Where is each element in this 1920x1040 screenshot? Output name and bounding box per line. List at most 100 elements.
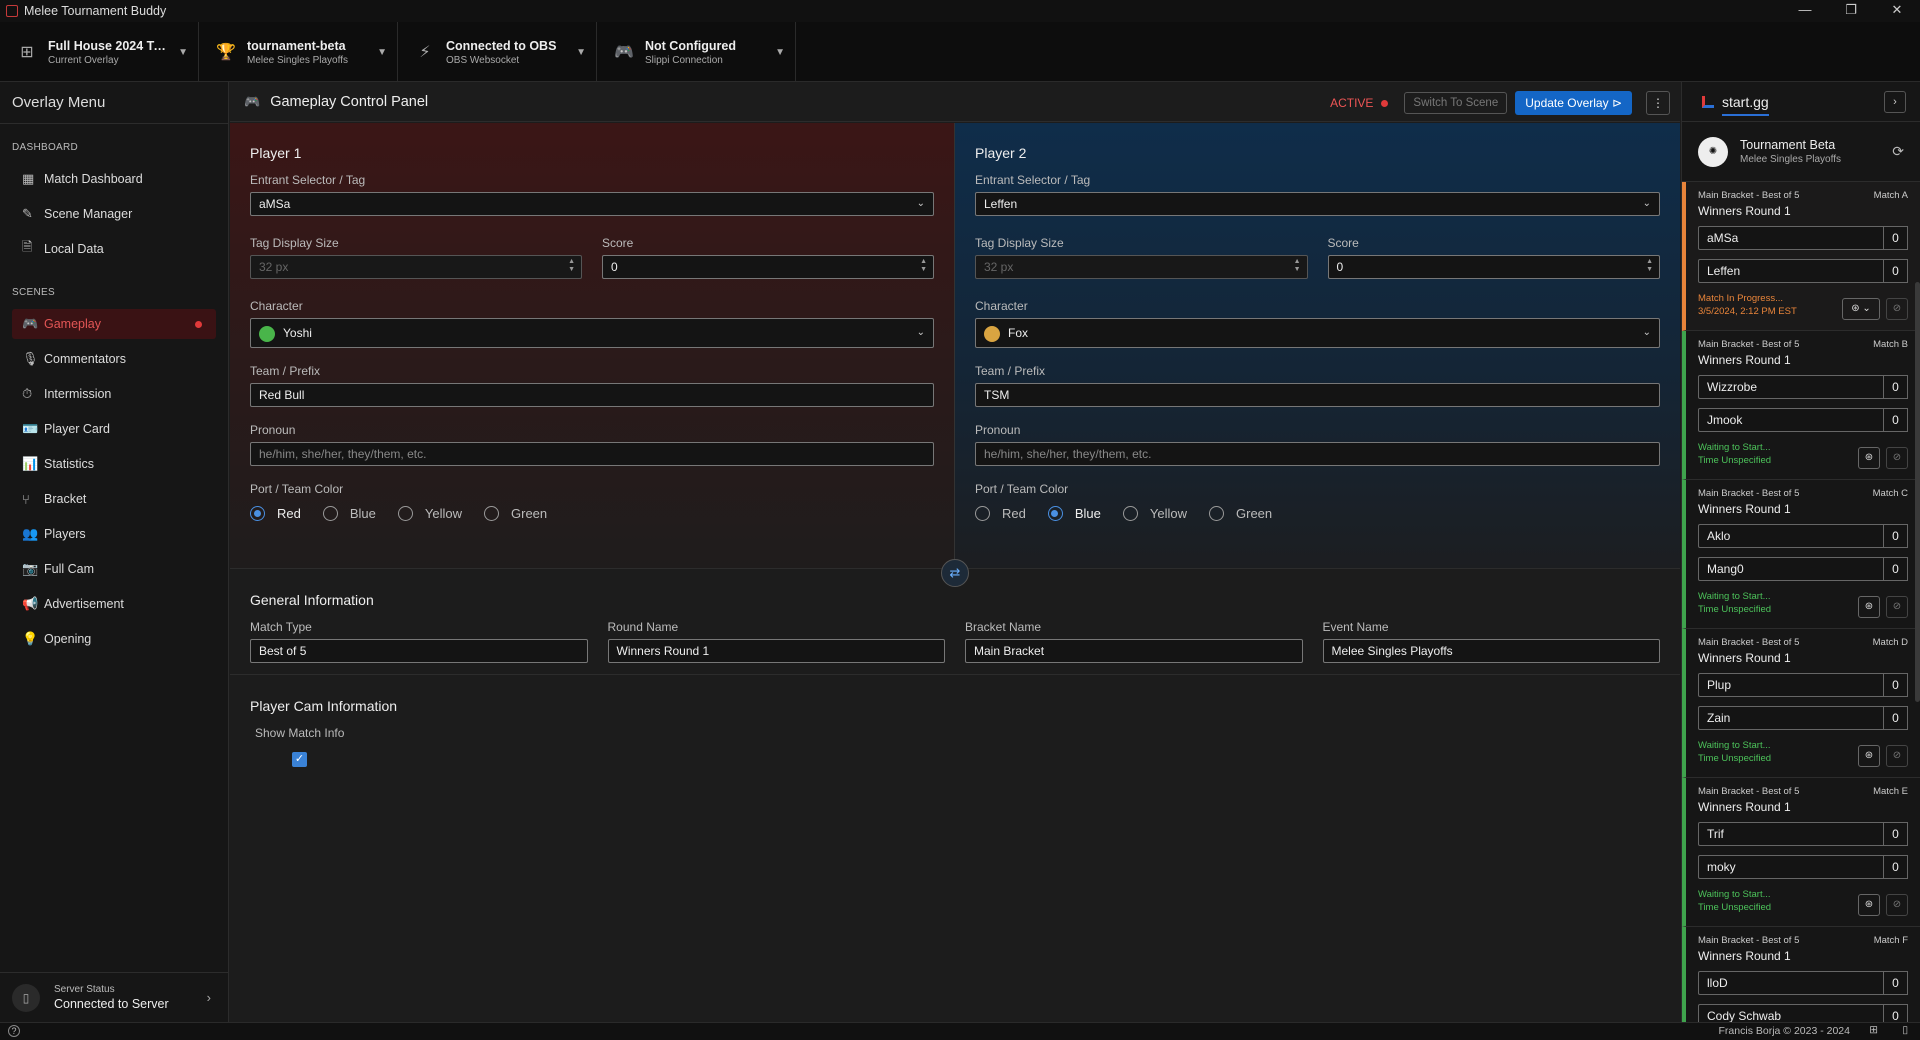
- layout-icon[interactable]: ⊞: [1869, 1024, 1878, 1036]
- sidebar-item-local-data[interactable]: 🗎 Local Data: [12, 234, 216, 264]
- match-list-scrollbar[interactable]: [1915, 282, 1920, 702]
- camera-off-icon[interactable]: ⊘: [1886, 298, 1908, 320]
- load-match-button[interactable]: ⊛: [1858, 596, 1880, 618]
- sidebar-item-players[interactable]: 👥 Players: [12, 519, 216, 549]
- match-card[interactable]: Main Bracket - Best of 5 Match D Winners …: [1682, 629, 1920, 778]
- match-player-score: 0: [1884, 855, 1908, 879]
- sidebar-item-opening[interactable]: 💡 Opening: [12, 624, 216, 654]
- match-player-name: lloD: [1698, 971, 1884, 995]
- bracket-name-input[interactable]: Main Bracket: [965, 639, 1303, 663]
- match-card[interactable]: Main Bracket - Best of 5 Match F Winners …: [1682, 927, 1920, 1022]
- radio-icon: [397, 506, 413, 521]
- gamepad-icon: 🎮: [22, 316, 39, 331]
- player1-score-input[interactable]: 0 ▲ ▼: [602, 255, 934, 279]
- swap-players-button[interactable]: ⇄: [941, 559, 969, 587]
- camera-off-icon[interactable]: ⊘: [1886, 447, 1908, 469]
- sidebar-item-label: Scene Manager: [44, 207, 133, 221]
- player2-port-red[interactable]: Red: [975, 506, 1026, 521]
- player1-entrant-select[interactable]: aMSa ⌄: [250, 192, 934, 216]
- camera-off-icon[interactable]: ⊘: [1886, 745, 1908, 767]
- chevron-down-icon: ▼: [178, 46, 188, 58]
- radio-label: Red: [1002, 506, 1026, 521]
- player1-pronoun-input[interactable]: he/him, she/her, they/them, etc.: [250, 442, 934, 466]
- match-type-input[interactable]: Best of 5: [250, 639, 588, 663]
- sidebar-item-label: Match Dashboard: [44, 172, 143, 186]
- sidebar-item-match-dashboard[interactable]: ▦ Match Dashboard: [12, 164, 216, 194]
- close-button[interactable]: ✕: [1874, 0, 1920, 22]
- slippi-connection[interactable]: 🎮 Not Configured Slippi Connection ▼: [597, 22, 796, 82]
- player2-team-input[interactable]: TSM: [975, 383, 1660, 407]
- current-overlay-selector[interactable]: ⊞ Full House 2024 Tourn...Current Overla…: [0, 22, 199, 82]
- player1-team-input[interactable]: Red Bull: [250, 383, 934, 407]
- player1-character-select[interactable]: Yoshi ⌄: [250, 318, 934, 348]
- gameplay-control-panel: 🎮 Gameplay Control Panel ACTIVE Switch T…: [230, 82, 1680, 1022]
- player2-tag-size-input[interactable]: 32 px ▲ ▼: [975, 255, 1308, 279]
- tournament-event: Melee Singles Playoffs: [1740, 154, 1841, 165]
- player1-port-green[interactable]: Green: [484, 506, 547, 521]
- round-name-input[interactable]: Winners Round 1: [607, 639, 945, 663]
- help-icon[interactable]: ?: [8, 1025, 20, 1037]
- match-card[interactable]: Main Bracket - Best of 5 Match C Winners …: [1682, 480, 1920, 629]
- minimize-button[interactable]: —: [1782, 0, 1828, 22]
- load-match-dropdown-button[interactable]: ⊛ ⌄: [1842, 298, 1880, 320]
- more-options-button[interactable]: ⋮: [1646, 91, 1670, 115]
- event-name-input[interactable]: Melee Singles Playoffs: [1322, 639, 1660, 663]
- match-card[interactable]: Main Bracket - Best of 5 Match B Winners …: [1682, 331, 1920, 480]
- player2-pronoun-placeholder: he/him, she/her, they/them, etc.: [984, 447, 1152, 461]
- sidebar-item-full-cam[interactable]: 📷 Full Cam: [12, 554, 216, 584]
- player2-score-input[interactable]: 0 ▲ ▼: [1327, 255, 1660, 279]
- player2-port-yellow[interactable]: Yellow: [1122, 506, 1187, 521]
- sidebar-item-bracket[interactable]: ⑂ Bracket: [12, 484, 216, 514]
- match-id: Match A: [1873, 190, 1908, 201]
- player2-port-blue[interactable]: Blue: [1047, 506, 1101, 521]
- load-match-button[interactable]: ⊛: [1858, 447, 1880, 469]
- obs-connection[interactable]: ⚡ Connected to OBS OBS Websocket ▼: [398, 22, 597, 82]
- sidebar-item-commentators[interactable]: 🎙 Commentators: [12, 344, 216, 374]
- switch-to-scene-button[interactable]: Switch To Scene: [1404, 92, 1508, 114]
- match-card[interactable]: Main Bracket - Best of 5 Match E Winners …: [1682, 778, 1920, 927]
- load-match-button[interactable]: ⊛: [1858, 894, 1880, 916]
- sidebar-item-statistics[interactable]: 📊 Statistics: [12, 449, 216, 479]
- player2-character-select[interactable]: Fox ⌄: [975, 318, 1660, 348]
- player2-entrant-select[interactable]: Leffen ⌄: [975, 192, 1660, 216]
- sidebar-item-advertisement[interactable]: 📢 Advertisement: [12, 589, 216, 619]
- show-match-info-checkbox[interactable]: ✓: [292, 752, 307, 767]
- player1-port-yellow[interactable]: Yellow: [397, 506, 462, 521]
- collapse-panel-button[interactable]: ›: [1884, 91, 1906, 113]
- match-id: Match C: [1872, 488, 1908, 499]
- sidebar-item-gameplay[interactable]: 🎮 Gameplay: [12, 309, 216, 339]
- match-id: Match B: [1873, 339, 1908, 350]
- sidebar-item-player-card[interactable]: 🪪 Player Card: [12, 414, 216, 444]
- timer-icon: ⏱: [22, 386, 33, 401]
- load-match-button[interactable]: ⊛: [1858, 745, 1880, 767]
- refresh-icon[interactable]: ⟳: [1892, 143, 1904, 160]
- slippi-subtitle: Slippi Connection: [645, 54, 723, 66]
- tournament-name: tournament-beta: [247, 38, 346, 53]
- camera-off-icon[interactable]: ⊘: [1886, 894, 1908, 916]
- update-overlay-button[interactable]: Update Overlay ⊳: [1515, 91, 1632, 115]
- match-player-name: aMSa: [1698, 226, 1884, 250]
- chevron-down-icon: ▼: [775, 46, 785, 58]
- player1-port-blue[interactable]: Blue: [322, 506, 376, 521]
- gamepad-icon: 🎮: [244, 93, 261, 109]
- player1-port-red[interactable]: Red: [250, 506, 301, 521]
- player2-pronoun-input[interactable]: he/him, she/her, they/them, etc.: [975, 442, 1660, 466]
- match-card[interactable]: Main Bracket - Best of 5 Match A Winners …: [1682, 182, 1920, 331]
- player2-port-green[interactable]: Green: [1209, 506, 1272, 521]
- bracket-name-value: Main Bracket: [974, 644, 1045, 658]
- match-player-row: Wizzrobe 0: [1698, 375, 1908, 399]
- status-bar: ? Francis Borja © 2023 - 2024 ⊞ ▯: [0, 1022, 1920, 1040]
- camera-off-icon[interactable]: ⊘: [1886, 596, 1908, 618]
- restore-button[interactable]: ❐: [1828, 0, 1874, 22]
- device-icon[interactable]: ▯: [1902, 1024, 1908, 1036]
- match-player-name: Mang0: [1698, 557, 1884, 581]
- active-indicator: [195, 320, 202, 328]
- sidebar-item-scene-manager[interactable]: ✎ Scene Manager: [12, 199, 216, 229]
- sidebar-item-intermission[interactable]: ⏱ Intermission: [12, 379, 216, 409]
- startgg-tab[interactable]: start.gg: [1722, 94, 1769, 116]
- player1-tag-size-input[interactable]: 32 px ▲ ▼: [250, 255, 582, 279]
- server-status[interactable]: ▯ Server Status Connected to Server ›: [0, 972, 229, 1022]
- tournament-logo-icon: ✺: [1698, 136, 1728, 167]
- tournament-selector[interactable]: 🏆 tournament-beta Melee Singles Playoffs …: [199, 22, 398, 82]
- sidebar-item-label: Advertisement: [44, 597, 124, 611]
